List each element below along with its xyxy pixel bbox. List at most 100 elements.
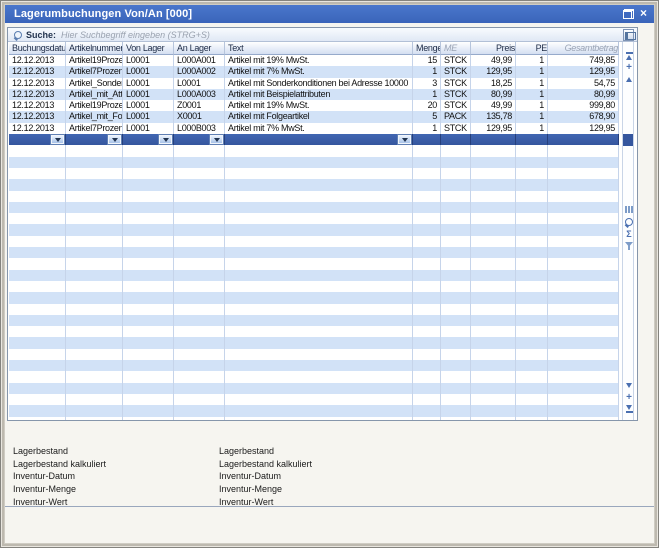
cell-von_lager[interactable] (123, 417, 174, 421)
dropdown-button-von_lager[interactable] (159, 135, 172, 144)
cell-menge[interactable] (413, 202, 441, 213)
cell-menge[interactable] (413, 383, 441, 394)
cell-an_lager[interactable] (174, 236, 225, 247)
cell-an_lager[interactable] (174, 247, 225, 258)
cell-gesamtbetrag[interactable]: 129,95 (548, 66, 619, 77)
cell-pe[interactable] (516, 134, 548, 145)
cell-artikelnummer[interactable] (66, 349, 123, 360)
cell-buchungsdatum[interactable] (9, 349, 66, 360)
cell-von_lager[interactable] (123, 191, 174, 202)
cell-buchungsdatum[interactable] (9, 224, 66, 235)
cell-preis[interactable]: 129,95 (471, 123, 516, 134)
cell-buchungsdatum[interactable]: 12.12.2013 (9, 100, 66, 111)
cell-menge[interactable] (413, 417, 441, 421)
cell-menge[interactable]: 15 (413, 55, 441, 66)
cell-von_lager[interactable] (123, 405, 174, 416)
cell-an_lager[interactable] (174, 281, 225, 292)
cell-me[interactable] (441, 157, 471, 168)
cell-menge[interactable] (413, 292, 441, 303)
cell-pe[interactable] (516, 394, 548, 405)
cell-an_lager[interactable] (174, 304, 225, 315)
cell-artikelnummer[interactable] (66, 304, 123, 315)
column-header-gesamtbetrag[interactable]: Gesamtbetrag (548, 42, 619, 55)
cell-preis[interactable] (471, 168, 516, 179)
cell-gesamtbetrag[interactable] (548, 360, 619, 371)
cell-pe[interactable] (516, 247, 548, 258)
cell-buchungsdatum[interactable] (9, 258, 66, 269)
cell-gesamtbetrag[interactable] (548, 168, 619, 179)
cell-von_lager[interactable] (123, 360, 174, 371)
cell-menge[interactable]: 1 (413, 89, 441, 100)
cell-buchungsdatum[interactable]: 12.12.2013 (9, 123, 66, 134)
cell-gesamtbetrag[interactable]: 54,75 (548, 78, 619, 89)
cell-gesamtbetrag[interactable] (548, 157, 619, 168)
cell-von_lager[interactable] (123, 168, 174, 179)
scroll-up-icon[interactable] (625, 77, 633, 82)
cell-buchungsdatum[interactable] (9, 292, 66, 303)
cell-text[interactable] (225, 213, 413, 224)
cell-gesamtbetrag[interactable] (548, 281, 619, 292)
cell-gesamtbetrag[interactable] (548, 417, 619, 421)
cell-me[interactable]: STCK (441, 66, 471, 77)
columns-icon[interactable] (625, 206, 633, 213)
cell-me[interactable] (441, 292, 471, 303)
cell-buchungsdatum[interactable] (9, 417, 66, 421)
cell-buchungsdatum[interactable] (9, 247, 66, 258)
cell-an_lager[interactable]: X0001 (174, 111, 225, 122)
cell-von_lager[interactable] (123, 247, 174, 258)
cell-text[interactable] (225, 236, 413, 247)
cell-an_lager[interactable] (174, 213, 225, 224)
cell-buchungsdatum[interactable] (9, 179, 66, 190)
scroll-first-icon[interactable] (625, 52, 633, 60)
cell-an_lager[interactable]: L0001 (174, 78, 225, 89)
cell-von_lager[interactable] (123, 371, 174, 382)
cell-preis[interactable] (471, 383, 516, 394)
column-header-artikelnummer[interactable]: Artikelnummer (66, 42, 123, 55)
cell-gesamtbetrag[interactable]: 129,95 (548, 123, 619, 134)
cell-an_lager[interactable] (174, 360, 225, 371)
cell-an_lager[interactable] (174, 258, 225, 269)
cell-pe[interactable]: 1 (516, 100, 548, 111)
cell-me[interactable] (441, 236, 471, 247)
cell-text[interactable]: Artikel mit 7% MwSt. (225, 66, 413, 77)
cell-preis[interactable] (471, 360, 516, 371)
cell-artikelnummer[interactable] (66, 326, 123, 337)
cell-preis[interactable] (471, 247, 516, 258)
cell-preis[interactable] (471, 213, 516, 224)
scroll-drag-icon[interactable]: + (625, 64, 633, 72)
cell-preis[interactable] (471, 236, 516, 247)
cell-preis[interactable]: 49,99 (471, 100, 516, 111)
cell-text[interactable] (225, 383, 413, 394)
cell-menge[interactable] (413, 405, 441, 416)
cell-text[interactable]: Artikel mit Beispielattributen (225, 89, 413, 100)
cell-preis[interactable]: 129,95 (471, 66, 516, 77)
cell-an_lager[interactable]: L000A001 (174, 55, 225, 66)
cell-von_lager[interactable] (123, 134, 174, 145)
cell-preis[interactable]: 18,25 (471, 78, 516, 89)
cell-menge[interactable] (413, 236, 441, 247)
cell-preis[interactable] (471, 292, 516, 303)
cell-gesamtbetrag[interactable]: 80,99 (548, 89, 619, 100)
cell-text[interactable] (225, 258, 413, 269)
cell-buchungsdatum[interactable] (9, 371, 66, 382)
cell-gesamtbetrag[interactable] (548, 202, 619, 213)
cell-me[interactable]: STCK (441, 123, 471, 134)
cell-buchungsdatum[interactable] (9, 236, 66, 247)
column-chooser-icon[interactable] (623, 29, 634, 41)
cell-artikelnummer[interactable] (66, 394, 123, 405)
cell-gesamtbetrag[interactable] (548, 371, 619, 382)
cell-menge[interactable] (413, 281, 441, 292)
cell-text[interactable] (225, 134, 413, 145)
column-header-text[interactable]: Text (225, 42, 413, 55)
cell-menge[interactable] (413, 270, 441, 281)
cell-text[interactable] (225, 191, 413, 202)
cell-menge[interactable] (413, 213, 441, 224)
cell-text[interactable]: Artikel mit 7% MwSt. (225, 123, 413, 134)
cell-menge[interactable] (413, 145, 441, 156)
cell-von_lager[interactable] (123, 258, 174, 269)
cell-artikelnummer[interactable] (66, 360, 123, 371)
cell-artikelnummer[interactable] (66, 417, 123, 421)
cell-artikelnummer[interactable] (66, 145, 123, 156)
cell-menge[interactable] (413, 360, 441, 371)
window-titlebar[interactable]: Lagerumbuchungen Von/An [000] × (5, 5, 654, 23)
